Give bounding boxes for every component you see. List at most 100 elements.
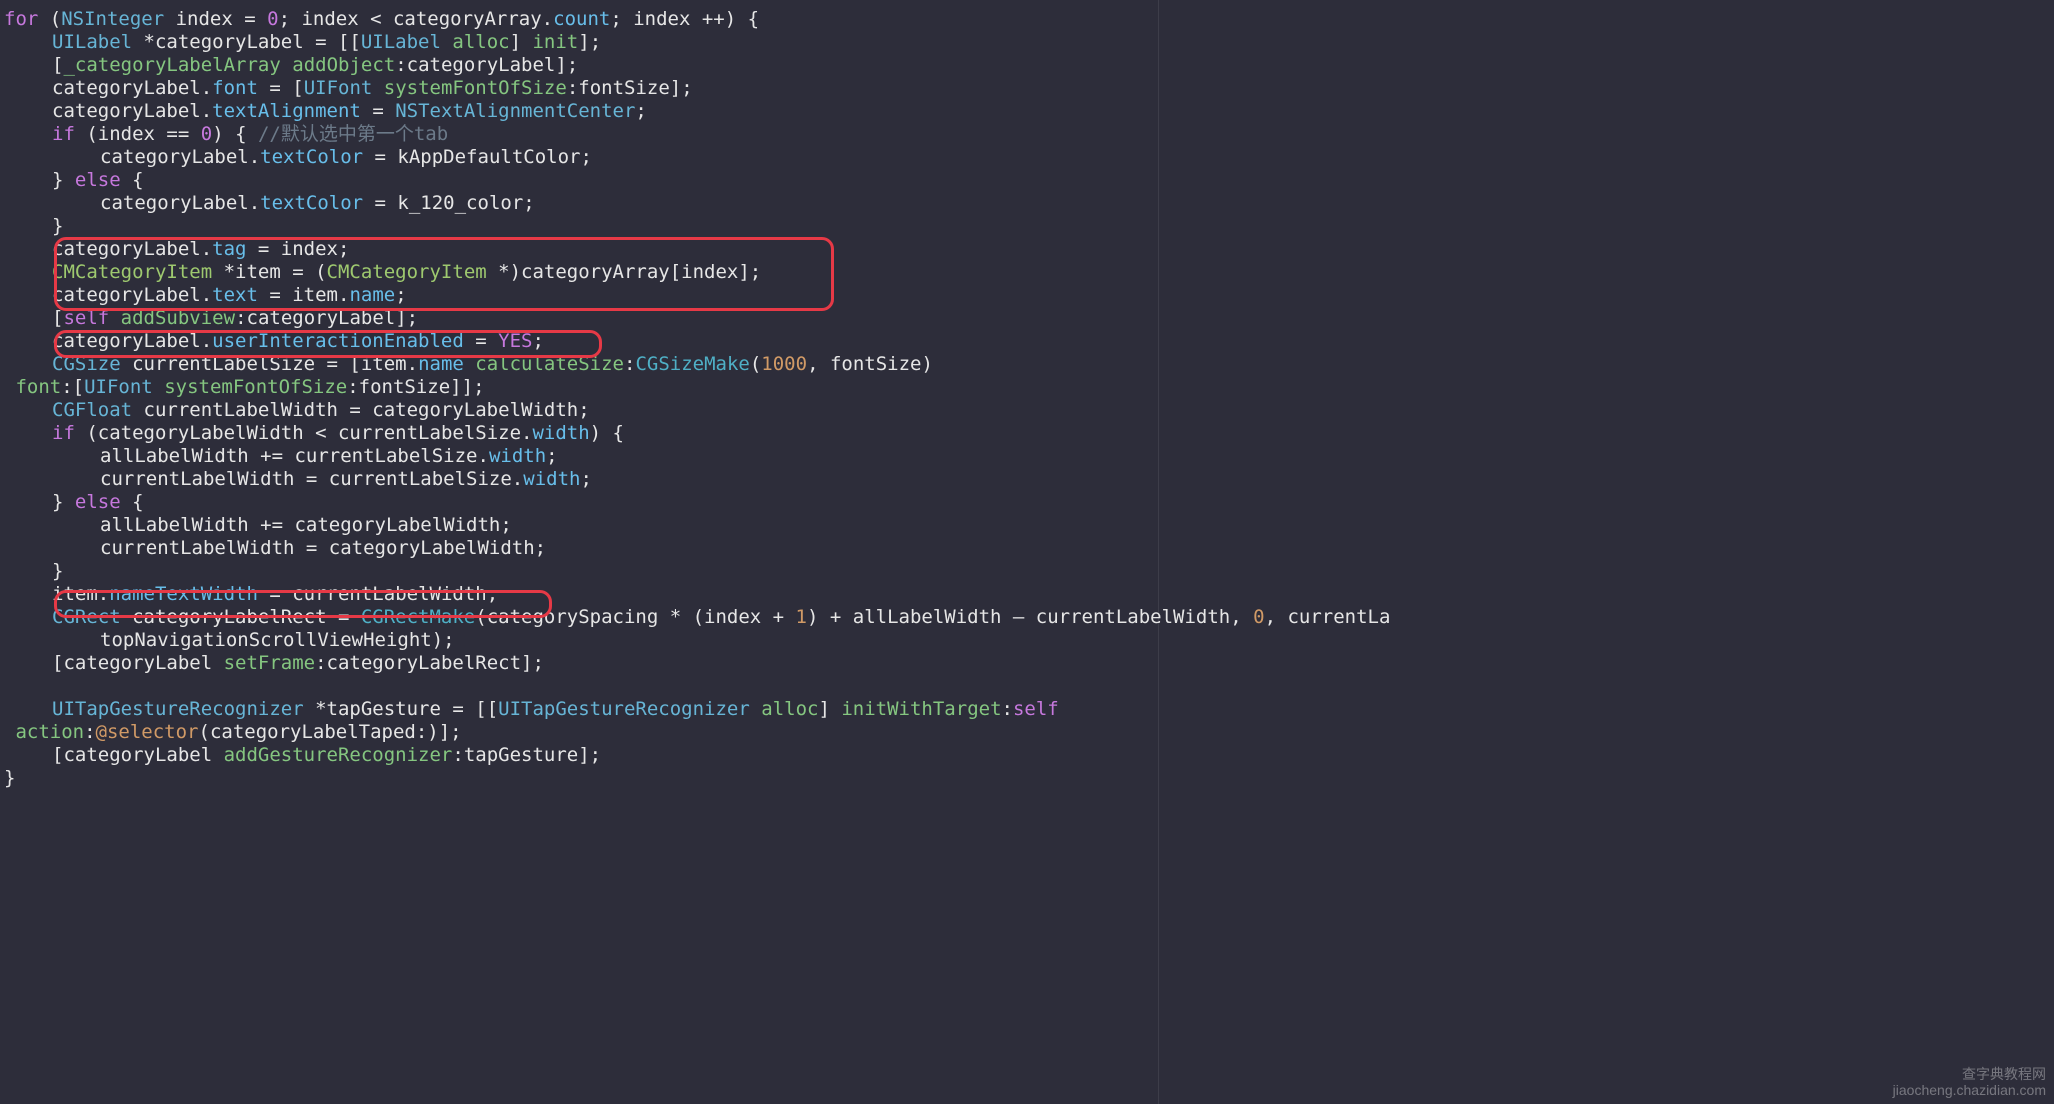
token-const: YES xyxy=(498,330,532,352)
code-line[interactable]: [self addSubview:categoryLabel]; xyxy=(4,307,2054,330)
token-ident: topNavigationScrollViewHeight); xyxy=(100,629,455,651)
code-line[interactable]: CGSize currentLabelSize = [item.name cal… xyxy=(4,353,2054,376)
token-ident: (index == xyxy=(75,123,201,145)
token-ident xyxy=(281,54,292,76)
token-ident: ; xyxy=(546,445,557,467)
code-line[interactable]: categoryLabel.textColor = k_120_color; xyxy=(4,192,2054,215)
code-line[interactable]: item.nameTextWidth = currentLabelWidth; xyxy=(4,583,2054,606)
token-ident: = xyxy=(464,330,498,352)
code-line[interactable]: CGFloat currentLabelWidth = categoryLabe… xyxy=(4,399,2054,422)
token-ident: categoryLabel. xyxy=(100,146,260,168)
token-method: addGestureRecognizer xyxy=(224,744,453,766)
token-ident: currentLabelWidth = categoryLabelWidth; xyxy=(100,537,546,559)
code-line[interactable]: [categoryLabel setFrame:categoryLabelRec… xyxy=(4,652,2054,675)
token-ident xyxy=(750,698,761,720)
code-line[interactable]: } else { xyxy=(4,169,2054,192)
token-ident: *categoryLabel = [[ xyxy=(132,31,361,53)
token-ident: } xyxy=(52,169,75,191)
token-ident: ; xyxy=(635,100,646,122)
token-ident: ]; xyxy=(578,31,601,53)
token-ident: ; xyxy=(532,330,543,352)
token-ident: , fontSize) xyxy=(807,353,933,375)
code-line[interactable]: categoryLabel.tag = index; xyxy=(4,238,2054,261)
token-ident xyxy=(4,721,15,743)
code-line[interactable]: categoryLabel.textAlignment = NSTextAlig… xyxy=(4,100,2054,123)
token-msg: CGSizeMake xyxy=(635,353,749,375)
token-ident: :categoryLabelRect]; xyxy=(315,652,544,674)
token-method: initWithTarget xyxy=(841,698,1001,720)
token-ident: } xyxy=(52,215,63,237)
token-prop: width xyxy=(489,445,546,467)
token-type: NSInteger xyxy=(61,8,164,30)
column-ruler xyxy=(1158,0,1159,1104)
token-type: CGRect xyxy=(52,606,121,628)
code-line[interactable]: CMCategoryItem *item = (CMCategoryItem *… xyxy=(4,261,2054,284)
token-prop: font xyxy=(212,77,258,99)
token-ident: [ xyxy=(52,307,63,329)
code-line[interactable] xyxy=(4,675,2054,698)
code-line[interactable]: for (NSInteger index = 0; index < catego… xyxy=(4,8,2054,31)
watermark: 查字典教程网 jiaocheng.chazidian.com xyxy=(1893,1066,2046,1098)
code-line[interactable]: [categoryLabel addGestureRecognizer:tapG… xyxy=(4,744,2054,767)
token-prop: width xyxy=(523,468,580,490)
code-line[interactable]: UILabel *categoryLabel = [[UILabel alloc… xyxy=(4,31,2054,54)
token-prop: textAlignment xyxy=(212,100,361,122)
code-line[interactable]: categoryLabel.textColor = kAppDefaultCol… xyxy=(4,146,2054,169)
code-line[interactable]: font:[UIFont systemFontOfSize:fontSize]]… xyxy=(4,376,2054,399)
token-ident: categoryLabel. xyxy=(52,284,212,306)
code-line[interactable]: if (index == 0) { //默认选中第一个tab xyxy=(4,123,2054,146)
token-type: CGSize xyxy=(52,353,121,375)
token-ident: currentLabelWidth = categoryLabelWidth; xyxy=(132,399,590,421)
token-ident xyxy=(464,353,475,375)
code-line[interactable]: categoryLabel.text = item.name; xyxy=(4,284,2054,307)
token-method: addObject xyxy=(292,54,395,76)
token-method: action xyxy=(15,721,84,743)
code-line[interactable]: } else { xyxy=(4,491,2054,514)
code-line[interactable]: action:@selector(categoryLabelTaped:)]; xyxy=(4,721,2054,744)
token-ident: = [ xyxy=(258,77,304,99)
code-line[interactable]: currentLabelWidth = categoryLabelWidth; xyxy=(4,537,2054,560)
token-ident: (categoryLabelTaped:)]; xyxy=(199,721,462,743)
code-line[interactable]: } xyxy=(4,560,2054,583)
token-ident: ) + allLabelWidth – currentLabelWidth, xyxy=(807,606,1253,628)
code-line[interactable]: allLabelWidth += currentLabelSize.width; xyxy=(4,445,2054,468)
token-ident: ( xyxy=(750,353,761,375)
token-ident: :categoryLabel]; xyxy=(395,54,578,76)
token-ident: [categoryLabel xyxy=(52,652,224,674)
code-line[interactable]: currentLabelWidth = currentLabelSize.wid… xyxy=(4,468,2054,491)
code-line[interactable]: categoryLabel.font = [UIFont systemFontO… xyxy=(4,77,2054,100)
token-ident xyxy=(109,307,120,329)
token-ident: currentLabelWidth = currentLabelSize. xyxy=(100,468,523,490)
token-type: UIFont xyxy=(84,376,153,398)
token-ident xyxy=(441,31,452,53)
token-ident: } xyxy=(52,491,75,513)
code-line[interactable]: } xyxy=(4,215,2054,238)
token-kw: if xyxy=(52,422,75,444)
code-line[interactable]: topNavigationScrollViewHeight); xyxy=(4,629,2054,652)
token-kw: for xyxy=(4,8,38,30)
token-prop: textColor xyxy=(260,146,363,168)
token-ident: categoryLabel. xyxy=(52,238,212,260)
watermark-url: jiaocheng.chazidian.com xyxy=(1893,1082,2046,1098)
token-ident: = kAppDefaultColor; xyxy=(363,146,592,168)
code-line[interactable]: categoryLabel.userInteractionEnabled = Y… xyxy=(4,330,2054,353)
token-ident: categoryLabel. xyxy=(52,77,212,99)
token-ident: :fontSize]]; xyxy=(347,376,484,398)
token-ident: ; xyxy=(580,468,591,490)
code-editor[interactable]: for (NSInteger index = 0; index < catego… xyxy=(0,0,2054,790)
token-ident: { xyxy=(121,169,144,191)
token-ident: :categoryLabel]; xyxy=(235,307,418,329)
token-ident: , currentLa xyxy=(1265,606,1391,628)
code-line[interactable]: [_categoryLabelArray addObject:categoryL… xyxy=(4,54,2054,77)
code-line[interactable]: allLabelWidth += categoryLabelWidth; xyxy=(4,514,2054,537)
code-line[interactable]: if (categoryLabelWidth < currentLabelSiz… xyxy=(4,422,2054,445)
token-ident: (categoryLabelWidth < currentLabelSize. xyxy=(75,422,533,444)
code-line[interactable]: UITapGestureRecognizer *tapGesture = [[U… xyxy=(4,698,2054,721)
token-ident: ) { xyxy=(590,422,624,444)
code-line[interactable]: } xyxy=(4,767,2054,790)
token-method: _categoryLabelArray xyxy=(63,54,280,76)
token-ident: categoryLabel. xyxy=(52,330,212,352)
code-line[interactable]: CGRect categoryLabelRect = CGRectMake(ca… xyxy=(4,606,2054,629)
token-ident: = item. xyxy=(258,284,350,306)
token-type: NSTextAlignmentCenter xyxy=(395,100,635,122)
